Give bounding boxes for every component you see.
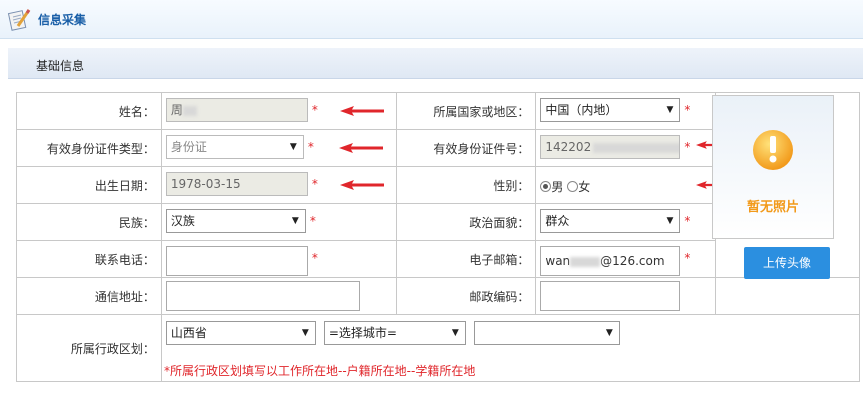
dropdown-arrow-icon: ▼ xyxy=(291,216,299,226)
dropdown-arrow-icon: ▼ xyxy=(666,216,674,226)
required-mark: * xyxy=(311,251,318,265)
email-input[interactable]: wan @126.com xyxy=(540,246,681,276)
address-input[interactable] xyxy=(165,281,360,311)
upload-avatar-button[interactable]: 上传头像 xyxy=(744,247,830,279)
required-mark: * xyxy=(684,103,691,117)
region-note: *所属行政区划填写以工作所在地--户籍所在地--学籍所在地 xyxy=(164,364,476,378)
nation-label: 民族： xyxy=(16,203,162,241)
gender-radio-group: 男 女 xyxy=(540,178,590,195)
required-mark: * xyxy=(311,103,318,117)
gender-male-radio[interactable] xyxy=(540,181,552,192)
required-mark: * xyxy=(684,214,691,228)
page-title: 信息采集 xyxy=(38,13,87,27)
gender-label: 性别： xyxy=(395,166,537,204)
dropdown-arrow-icon: ▼ xyxy=(605,328,613,338)
dropdown-arrow-icon: ▼ xyxy=(451,328,459,338)
section-title: 基础信息 xyxy=(36,59,85,73)
top-bar: 信息采集 xyxy=(0,0,863,39)
postcode-label: 邮政编码： xyxy=(395,277,537,315)
dropdown-arrow-icon: ▼ xyxy=(666,105,674,115)
photo-caption: 暂无照片 xyxy=(746,200,799,215)
political-select[interactable]: 群众 ▼ xyxy=(540,209,681,233)
country-label: 所属国家或地区： xyxy=(395,92,537,130)
required-mark: * xyxy=(684,140,691,154)
arrow-left-icon xyxy=(339,106,384,116)
region-label: 所属行政区划： xyxy=(16,314,162,382)
name-input[interactable]: 周 xyxy=(165,98,308,122)
birth-input[interactable]: 1978-03-15 xyxy=(165,172,308,196)
exclamation-icon xyxy=(753,130,793,170)
gender-female-label: 女 xyxy=(578,180,591,194)
dropdown-arrow-icon: ▼ xyxy=(301,328,309,338)
email-label: 电子邮箱： xyxy=(395,240,537,278)
political-label: 政治面貌： xyxy=(395,203,537,241)
phone-label: 联系电话： xyxy=(16,240,162,278)
address-label: 通信地址： xyxy=(16,277,162,315)
idtype-label: 有效身份证件类型： xyxy=(16,129,162,167)
country-select[interactable]: 中国（内地） ▼ xyxy=(540,98,681,122)
idno-input[interactable]: 142202 xyxy=(540,135,681,159)
required-mark: * xyxy=(309,214,316,228)
required-mark: * xyxy=(684,251,691,265)
photo-placeholder: 暂无照片 xyxy=(712,95,834,239)
district-select[interactable]: ▼ xyxy=(473,321,620,345)
gender-female-radio[interactable] xyxy=(567,181,579,192)
dropdown-arrow-icon: ▼ xyxy=(289,142,297,152)
postcode-input[interactable] xyxy=(540,281,681,311)
birth-label: 出生日期： xyxy=(16,166,162,204)
province-select[interactable]: 山西省 ▼ xyxy=(165,321,316,345)
nation-select[interactable]: 汉族 ▼ xyxy=(165,209,306,233)
required-mark: * xyxy=(311,177,318,191)
section-header: 基础信息 xyxy=(8,48,863,79)
idno-label: 有效身份证件号： xyxy=(395,129,537,167)
city-select[interactable]: =选择城市= ▼ xyxy=(323,321,466,345)
required-mark: * xyxy=(307,140,314,154)
gender-male-label: 男 xyxy=(551,180,564,194)
arrow-left-icon xyxy=(338,143,383,153)
document-pencil-icon xyxy=(7,9,31,31)
arrow-left-icon xyxy=(339,180,384,190)
idtype-select[interactable]: 身份证 ▼ xyxy=(165,135,304,159)
name-label: 姓名： xyxy=(16,92,162,130)
phone-input[interactable] xyxy=(165,246,308,276)
